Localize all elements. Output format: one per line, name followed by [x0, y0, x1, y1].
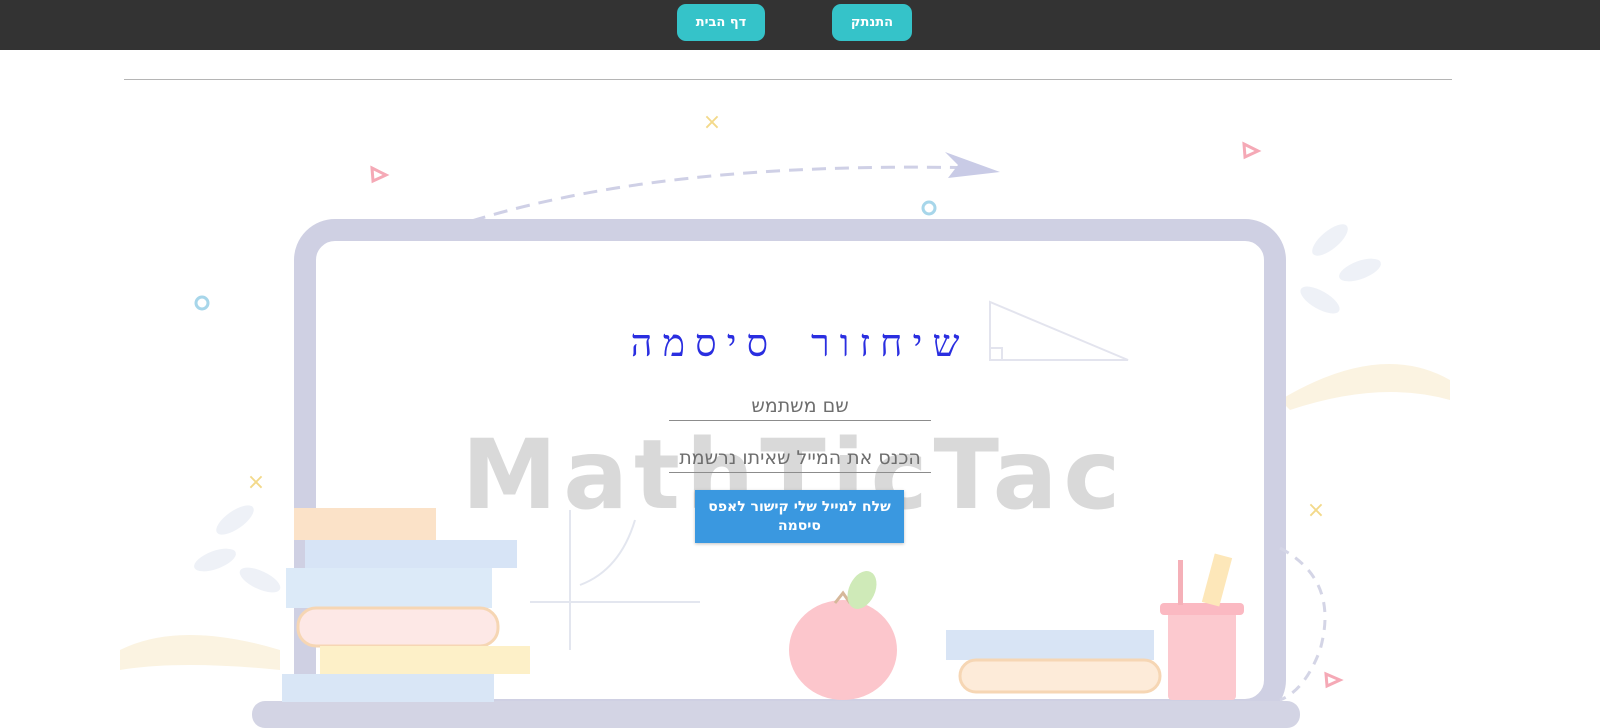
svg-text:×: ×	[703, 110, 721, 135]
send-reset-link-button[interactable]: שלח למייל שלי קישור לאפס סיסמה	[695, 490, 904, 543]
header-divider	[124, 79, 1452, 80]
svg-text:×: ×	[247, 470, 265, 495]
home-button[interactable]: דף הבית	[677, 4, 765, 41]
username-input[interactable]	[669, 391, 931, 421]
logout-button[interactable]: התנתק	[832, 4, 912, 41]
email-input[interactable]	[669, 443, 931, 473]
svg-text:×: ×	[1307, 498, 1325, 523]
top-navbar: דף הבית התנתק	[0, 0, 1600, 50]
page-title: שיחזור סיסמה	[630, 321, 970, 365]
